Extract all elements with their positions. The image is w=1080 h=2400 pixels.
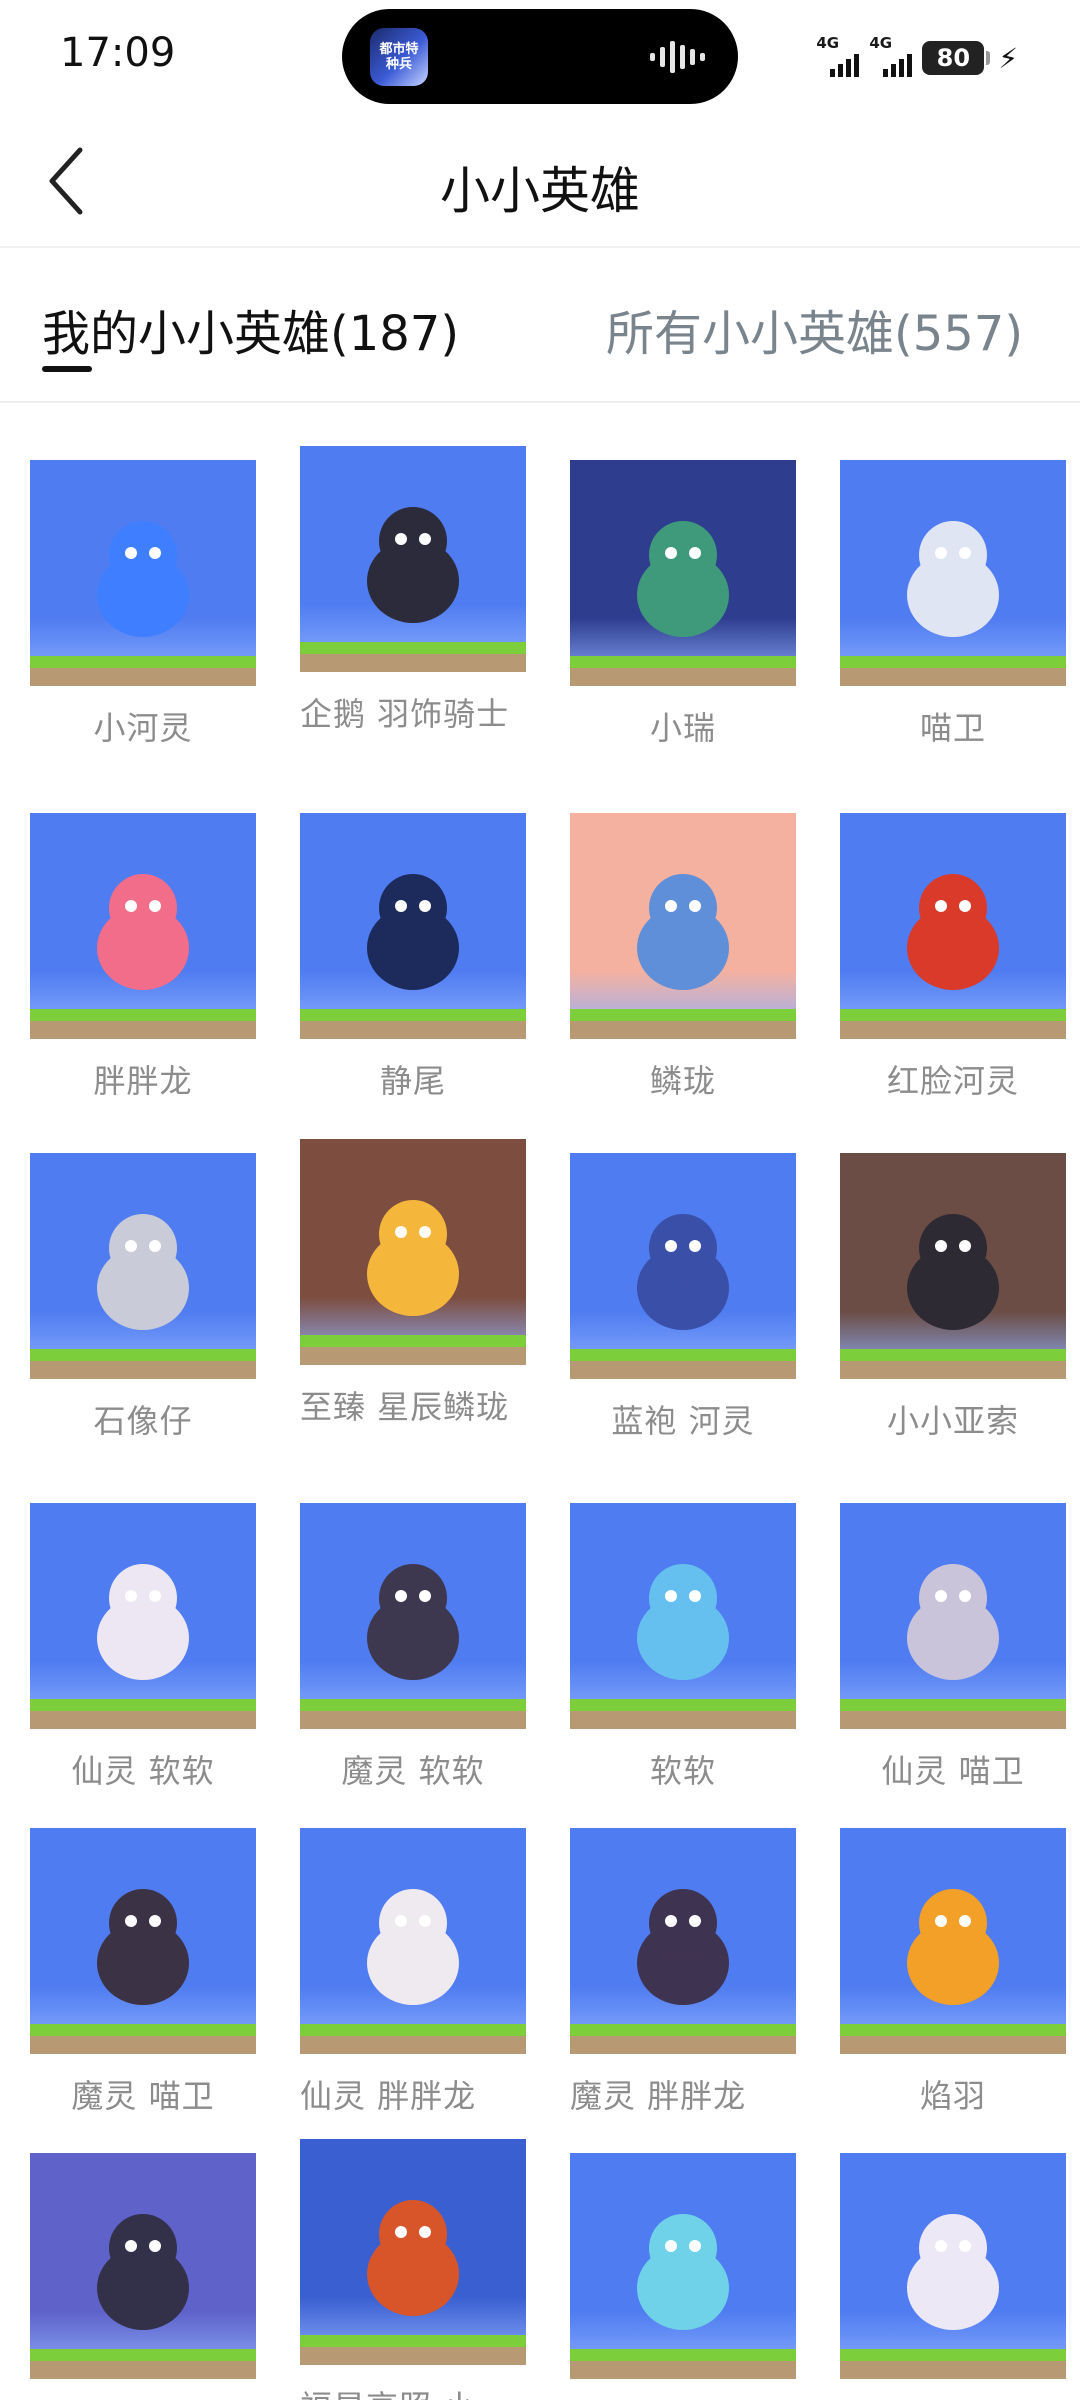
hero-image (570, 460, 796, 686)
tab-all-heroes[interactable]: 所有小小英雄(557) (606, 294, 1023, 364)
hero-image (840, 813, 1066, 1039)
hero-mascot-icon (97, 1888, 189, 2005)
hero-mascot-icon (97, 1563, 189, 1680)
hero-mascot-icon (637, 1213, 729, 1330)
page-title: 小小英雄 (440, 162, 640, 220)
hero-name: 小小亚索 (886, 1402, 1019, 1440)
hero-name: 蓝袍 河灵 (611, 1402, 755, 1440)
hero-mascot-icon (637, 873, 729, 990)
hero-grid: 小河灵 企鹅 羽饰骑士 小瑞 喵卫胖胖龙 静尾 鳞珑 红脸河灵石像仔 至臻 星辰鳞珑 蓝袍 河灵… (0, 403, 1080, 2400)
hero-name: 至臻 星辰鳞珑 (300, 1388, 510, 1426)
hero-image (300, 1503, 526, 1729)
status-bar: 17:09 都市特种兵 4G 4G 80 ⚡ (0, 0, 1080, 115)
nav-bar: 小小英雄 (0, 115, 1080, 248)
hero-image (30, 813, 256, 1039)
hero-image (300, 813, 526, 1039)
hero-mascot-icon (367, 1199, 459, 1316)
hero-name: 软软 (649, 1752, 716, 1790)
tab-my-heroes[interactable]: 我的小小英雄(187) (42, 294, 459, 364)
hero-mascot-icon (907, 1213, 999, 1330)
hero-mascot-icon (367, 506, 459, 623)
hero-name: 企鹅 羽饰骑士 (300, 695, 510, 733)
home-indicator (0, 2390, 1080, 2400)
hero-mascot-icon (97, 520, 189, 637)
hero-name: 仙灵 胖胖龙 (300, 2077, 477, 2115)
hero-image (300, 2139, 526, 2365)
signal-icon-2: 4G (869, 34, 913, 77)
hero-mascot-icon (367, 1888, 459, 2005)
hero-mascot-icon (907, 1563, 999, 1680)
hero-mascot-icon (637, 1888, 729, 2005)
hero-mascot-icon (907, 2213, 999, 2330)
hero-mascot-icon (367, 873, 459, 990)
hero-mascot-icon (367, 2199, 459, 2316)
hero-image (570, 1153, 796, 1379)
status-time: 17:09 (60, 30, 176, 76)
hero-image (840, 1828, 1066, 2054)
hero-mascot-icon (367, 1563, 459, 1680)
hero-image (840, 1503, 1066, 1729)
tab-bar: 我的小小英雄(187) 所有小小英雄(557) (0, 250, 1080, 403)
hero-image (570, 813, 796, 1039)
hero-mascot-icon (907, 1888, 999, 2005)
hero-image (570, 1828, 796, 2054)
hero-name: 红脸河灵 (886, 1062, 1019, 1100)
hero-image (840, 1153, 1066, 1379)
hero-mascot-icon (907, 520, 999, 637)
hero-image (570, 2153, 796, 2379)
hero-name: 仙灵 软软 (71, 1752, 215, 1790)
hero-name: 仙灵 喵卫 (881, 1752, 1025, 1790)
audio-wave-icon (650, 41, 705, 73)
hero-image (300, 1139, 526, 1365)
status-icons: 4G 4G 80 ⚡ (816, 34, 1018, 78)
hero-mascot-icon (907, 873, 999, 990)
hero-name: 石像仔 (93, 1402, 193, 1440)
hero-name: 胖胖龙 (93, 1062, 193, 1100)
hero-mascot-icon (97, 873, 189, 990)
tab-indicator (42, 366, 92, 372)
hero-image (570, 1503, 796, 1729)
hero-image (30, 1828, 256, 2054)
app-icon: 都市特种兵 (370, 28, 428, 86)
hero-image (300, 1828, 526, 2054)
charging-icon: ⚡ (998, 41, 1018, 75)
hero-name: 鳞珑 (649, 1062, 716, 1100)
hero-name: 魔灵 胖胖龙 (570, 2077, 747, 2115)
dynamic-island[interactable]: 都市特种兵 (342, 9, 738, 104)
hero-image (30, 2153, 256, 2379)
hero-image (840, 2153, 1066, 2379)
signal-icon: 4G (816, 34, 860, 77)
hero-image (840, 460, 1066, 686)
hero-image (30, 1503, 256, 1729)
hero-image (30, 1153, 256, 1379)
hero-mascot-icon (637, 1563, 729, 1680)
hero-image (30, 460, 256, 686)
hero-name: 魔灵 喵卫 (71, 2077, 215, 2115)
hero-name: 静尾 (379, 1062, 446, 1100)
hero-image (300, 446, 526, 672)
battery-icon: 80 (922, 41, 991, 75)
hero-mascot-icon (97, 1213, 189, 1330)
hero-name: 焰羽 (919, 2077, 986, 2115)
hero-mascot-icon (637, 2213, 729, 2330)
hero-name: 魔灵 软软 (341, 1752, 485, 1790)
hero-mascot-icon (637, 520, 729, 637)
hero-name: 小瑞 (649, 709, 716, 747)
hero-name: 喵卫 (919, 709, 986, 747)
hero-mascot-icon (97, 2213, 189, 2330)
hero-name: 小河灵 (93, 709, 193, 747)
